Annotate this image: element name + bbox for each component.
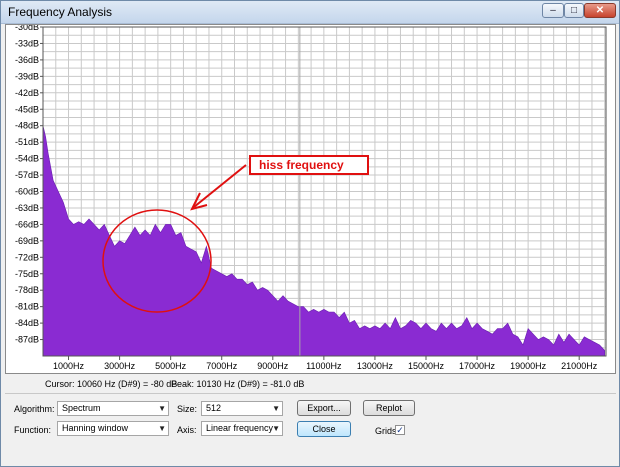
y-tick-label: -57dB (15, 170, 39, 180)
chevron-down-icon: ▼ (158, 404, 166, 413)
function-label: Function: (14, 425, 52, 435)
y-tick-label: -54dB (15, 154, 39, 164)
function-value: Hanning window (62, 423, 129, 433)
y-tick-label: -81dB (15, 302, 39, 312)
y-tick-label: -75dB (15, 269, 39, 279)
y-tick-label: -48dB (15, 121, 39, 131)
minimize-button[interactable]: – (542, 3, 564, 18)
y-tick-label: -51dB (15, 137, 39, 147)
axis-select[interactable]: Linear frequency ▼ (201, 421, 283, 436)
x-tick-label: 17000Hz (459, 361, 496, 371)
axis-value: Linear frequency (206, 423, 274, 433)
axis-label: Axis: (177, 425, 197, 435)
export-button[interactable]: Export... (297, 400, 351, 416)
divider (5, 393, 616, 394)
size-label: Size: (177, 404, 198, 414)
x-tick-label: 13000Hz (357, 361, 394, 371)
maximize-button[interactable]: □ (564, 3, 584, 18)
y-tick-label: -63dB (15, 203, 39, 213)
peak-readout: Peak: 10130 Hz (D#9) = -81.0 dB (171, 379, 305, 389)
x-tick-label: 19000Hz (510, 361, 547, 371)
y-tick-label: -36dB (15, 55, 39, 65)
y-tick-label: -72dB (15, 252, 39, 262)
x-tick-label: 5000Hz (155, 361, 187, 371)
x-tick-label: 11000Hz (306, 361, 342, 371)
y-tick-label: -33dB (15, 38, 39, 48)
grids-label: Grids (375, 426, 397, 436)
x-tick-label: 3000Hz (104, 361, 136, 371)
y-tick-label: -78dB (15, 285, 39, 295)
y-tick-label: -69dB (15, 236, 39, 246)
window-title: Frequency Analysis (8, 5, 113, 19)
y-tick-label: -42dB (15, 88, 39, 98)
y-tick-label: -66dB (15, 219, 39, 229)
algorithm-select[interactable]: Spectrum ▼ (57, 401, 169, 416)
annotation-text: hiss frequency (259, 158, 344, 172)
x-tick-label: 9000Hz (257, 361, 289, 371)
replot-button[interactable]: Replot (363, 400, 415, 416)
spectrum-plot: -30dB -33dB -36dB -39dB -42dB -45dB -48dB -51dB… (15, 22, 607, 371)
y-tick-label: -87dB (15, 335, 39, 345)
chevron-down-icon: ▼ (272, 424, 280, 433)
x-tick-label: 1000Hz (53, 361, 85, 371)
x-tick-label: 21000Hz (561, 361, 598, 371)
algorithm-label: Algorithm: (14, 404, 55, 414)
algorithm-value: Spectrum (62, 403, 101, 413)
spectrum-plot-area[interactable]: -30dB -33dB -36dB -39dB -42dB -45dB -48dB -51dB… (5, 22, 616, 374)
x-tick-label: 7000Hz (206, 361, 238, 371)
x-tick-label: 15000Hz (408, 361, 445, 371)
cursor-readout: Cursor: 10060 Hz (D#9) = -80 dB (45, 379, 178, 389)
frequency-analysis-window: Frequency Analysis – □ ✕ -30dB -33dB -36dB… (0, 0, 620, 467)
annotation-arrowhead (190, 192, 208, 211)
title-bar[interactable]: Frequency Analysis – □ ✕ (1, 1, 619, 24)
size-value: 512 (206, 403, 222, 413)
chevron-down-icon: ▼ (272, 404, 280, 413)
grids-checkbox[interactable]: ✓ (395, 425, 405, 435)
close-button[interactable]: Close (297, 421, 351, 437)
chevron-down-icon: ▼ (158, 424, 166, 433)
close-window-button[interactable]: ✕ (584, 3, 616, 18)
y-tick-label: -84dB (15, 318, 39, 328)
y-tick-label: -45dB (15, 104, 39, 114)
y-tick-label: -60dB (15, 187, 39, 197)
function-select[interactable]: Hanning window ▼ (57, 421, 169, 436)
y-tick-label: -39dB (15, 71, 39, 81)
y-tick-label: -30dB (15, 25, 39, 32)
annotation-arrow (193, 164, 247, 208)
size-select[interactable]: 512 ▼ (201, 401, 283, 416)
